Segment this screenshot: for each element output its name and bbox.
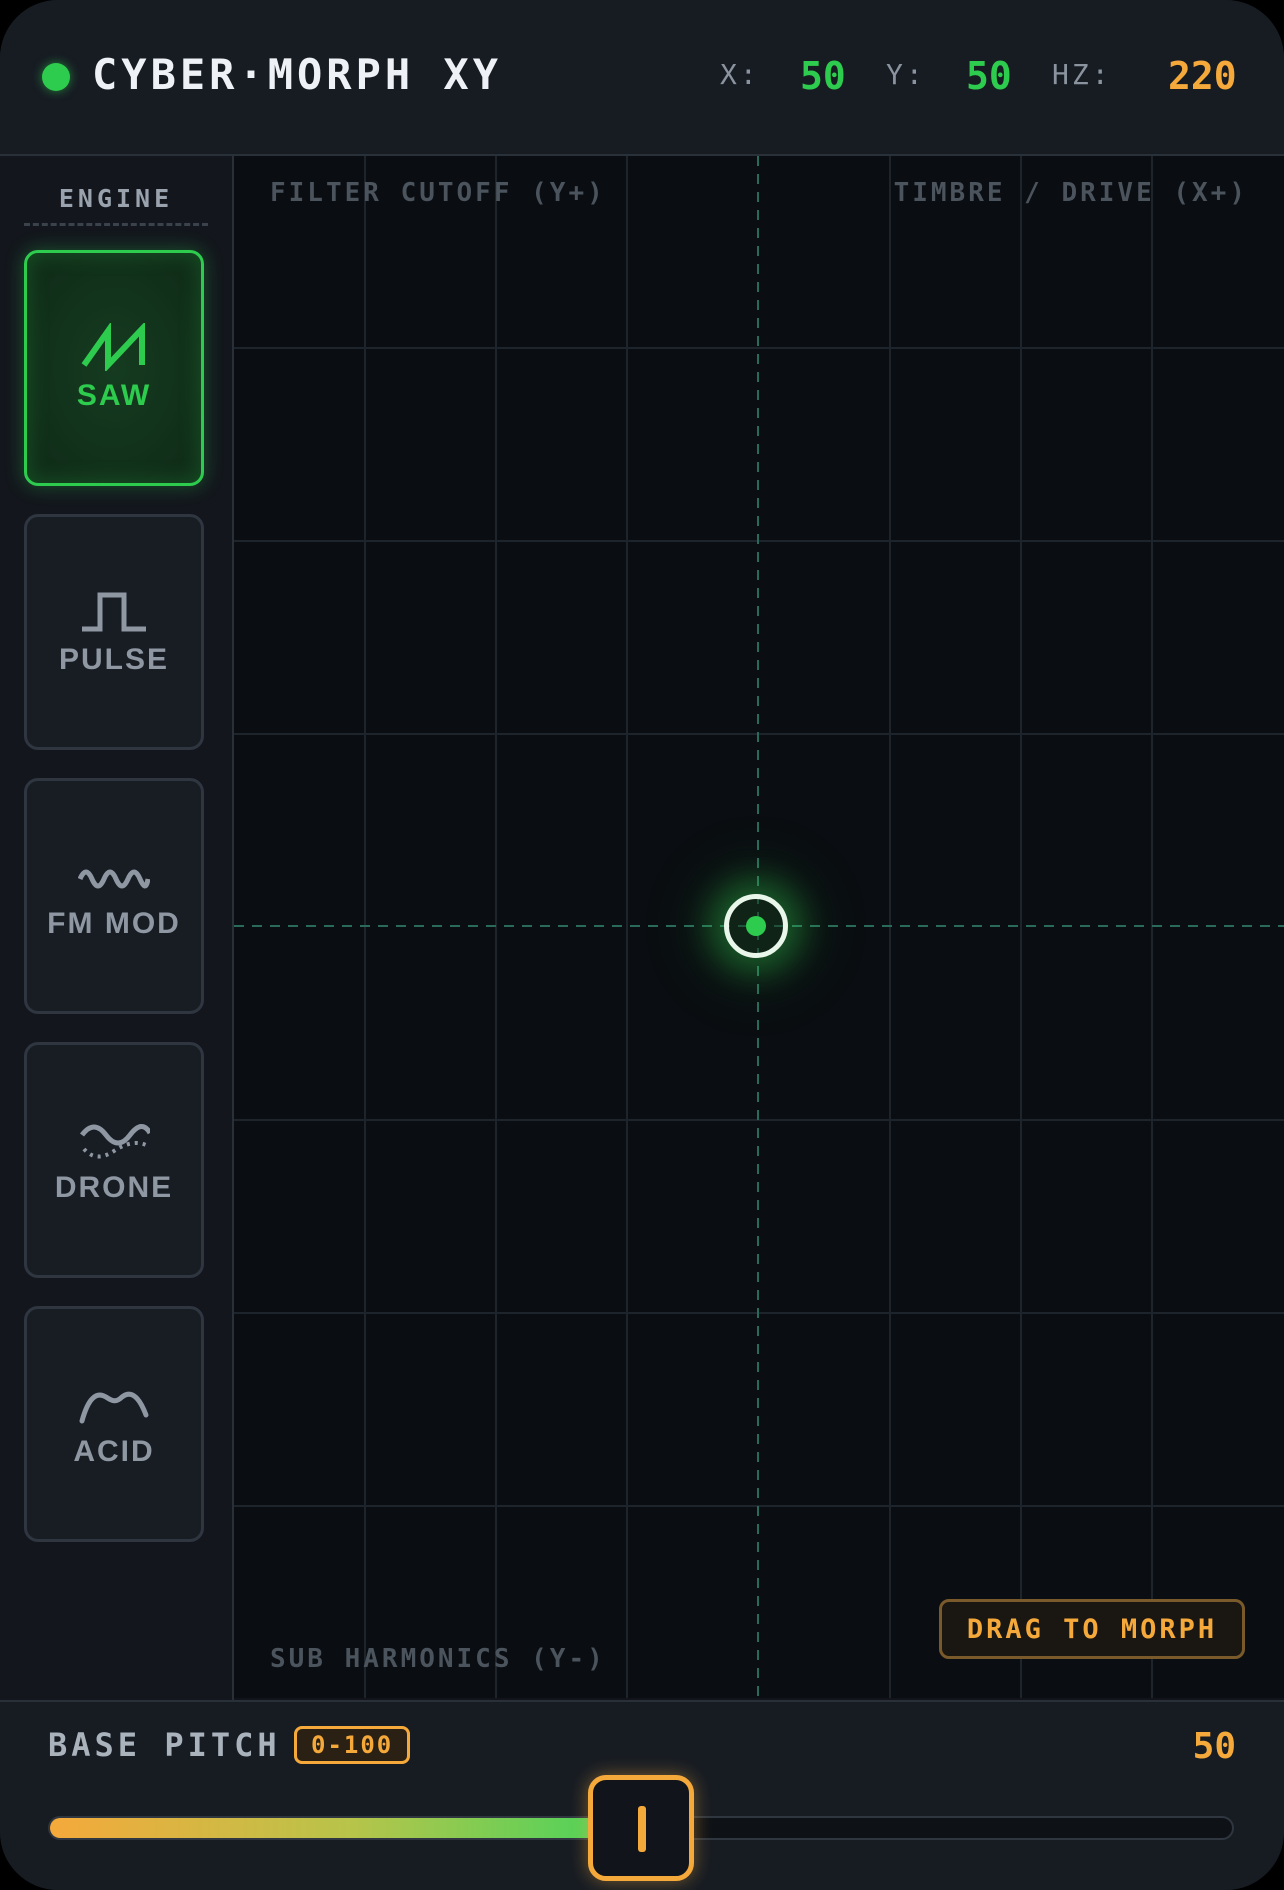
synth-panel: CYBER·MORPH XY X: 50 Y: 50 HZ: 220 ENGIN… — [0, 0, 1284, 1890]
hz-readout-label: HZ: — [1052, 58, 1112, 91]
y-readout-value: 50 — [966, 54, 1012, 98]
pitch-value: 50 — [1192, 1726, 1236, 1767]
drone-wave-icon — [80, 1124, 150, 1159]
drag-hint-badge: DRAG TO MORPH — [939, 1599, 1245, 1659]
xy-puck-handle[interactable] — [724, 894, 788, 958]
y-readout-label: Y: — [886, 58, 926, 91]
x-readout-label: X: — [720, 58, 760, 91]
engine-button-label: DRONE — [54, 1171, 174, 1204]
engine-button-label: PULSE — [58, 643, 170, 676]
power-status-icon — [42, 63, 70, 91]
base-pitch-label: BASE PITCH — [48, 1726, 281, 1764]
engine-button-pulse[interactable]: PULSE — [24, 514, 204, 750]
engine-button-saw[interactable]: SAW — [24, 250, 204, 486]
engine-button-label: FM MOD — [47, 907, 181, 940]
engine-button-label: SAW — [76, 379, 152, 412]
hz-readout-value-wrap: 220 — [1168, 54, 1237, 98]
hz-readout-value: 220 — [1168, 54, 1237, 98]
engine-sidebar: ENGINE SAW PULSE FM MOD DRONE ACID — [0, 156, 234, 1700]
pulse-wave-icon — [82, 592, 146, 632]
engine-button-drone[interactable]: DRONE — [24, 1042, 204, 1278]
header-bar: CYBER·MORPH XY X: 50 Y: 50 HZ: 220 — [0, 0, 1284, 156]
x-readout-value: 50 — [800, 54, 846, 98]
xy-morph-pad[interactable]: FILTER CUTOFF (Y+) TIMBRE / DRIVE (X+) S… — [234, 156, 1284, 1698]
app-title: CYBER·MORPH XY — [92, 50, 503, 99]
axis-label-timbre-drive: TIMBRE / DRIVE (X+) — [893, 178, 1248, 208]
saw-wave-icon — [81, 323, 145, 371]
y-readout-value-wrap: 50 — [966, 54, 1012, 98]
pitch-slider-fill — [50, 1818, 600, 1838]
engine-button-fm-mod[interactable]: FM MOD — [24, 778, 204, 1014]
pitch-control: BASE PITCH 0-100 50 — [0, 1700, 1284, 1890]
x-readout: X: — [720, 58, 760, 91]
engine-button-acid[interactable]: ACID — [24, 1306, 204, 1542]
fm-wave-icon — [78, 869, 150, 889]
y-readout: Y: — [886, 58, 926, 91]
engine-heading: ENGINE — [24, 184, 208, 226]
acid-wave-icon — [79, 1391, 149, 1424]
axis-label-sub-harmonics: SUB HARMONICS (Y-) — [270, 1644, 606, 1674]
engine-button-label: ACID — [73, 1435, 155, 1468]
pitch-slider-thumb[interactable] — [588, 1775, 694, 1881]
axis-label-filter-cutoff: FILTER CUTOFF (Y+) — [270, 178, 606, 208]
x-readout-value-wrap: 50 — [800, 54, 846, 98]
hz-readout: HZ: — [1052, 58, 1112, 91]
pitch-range-badge: 0-100 — [294, 1726, 411, 1764]
